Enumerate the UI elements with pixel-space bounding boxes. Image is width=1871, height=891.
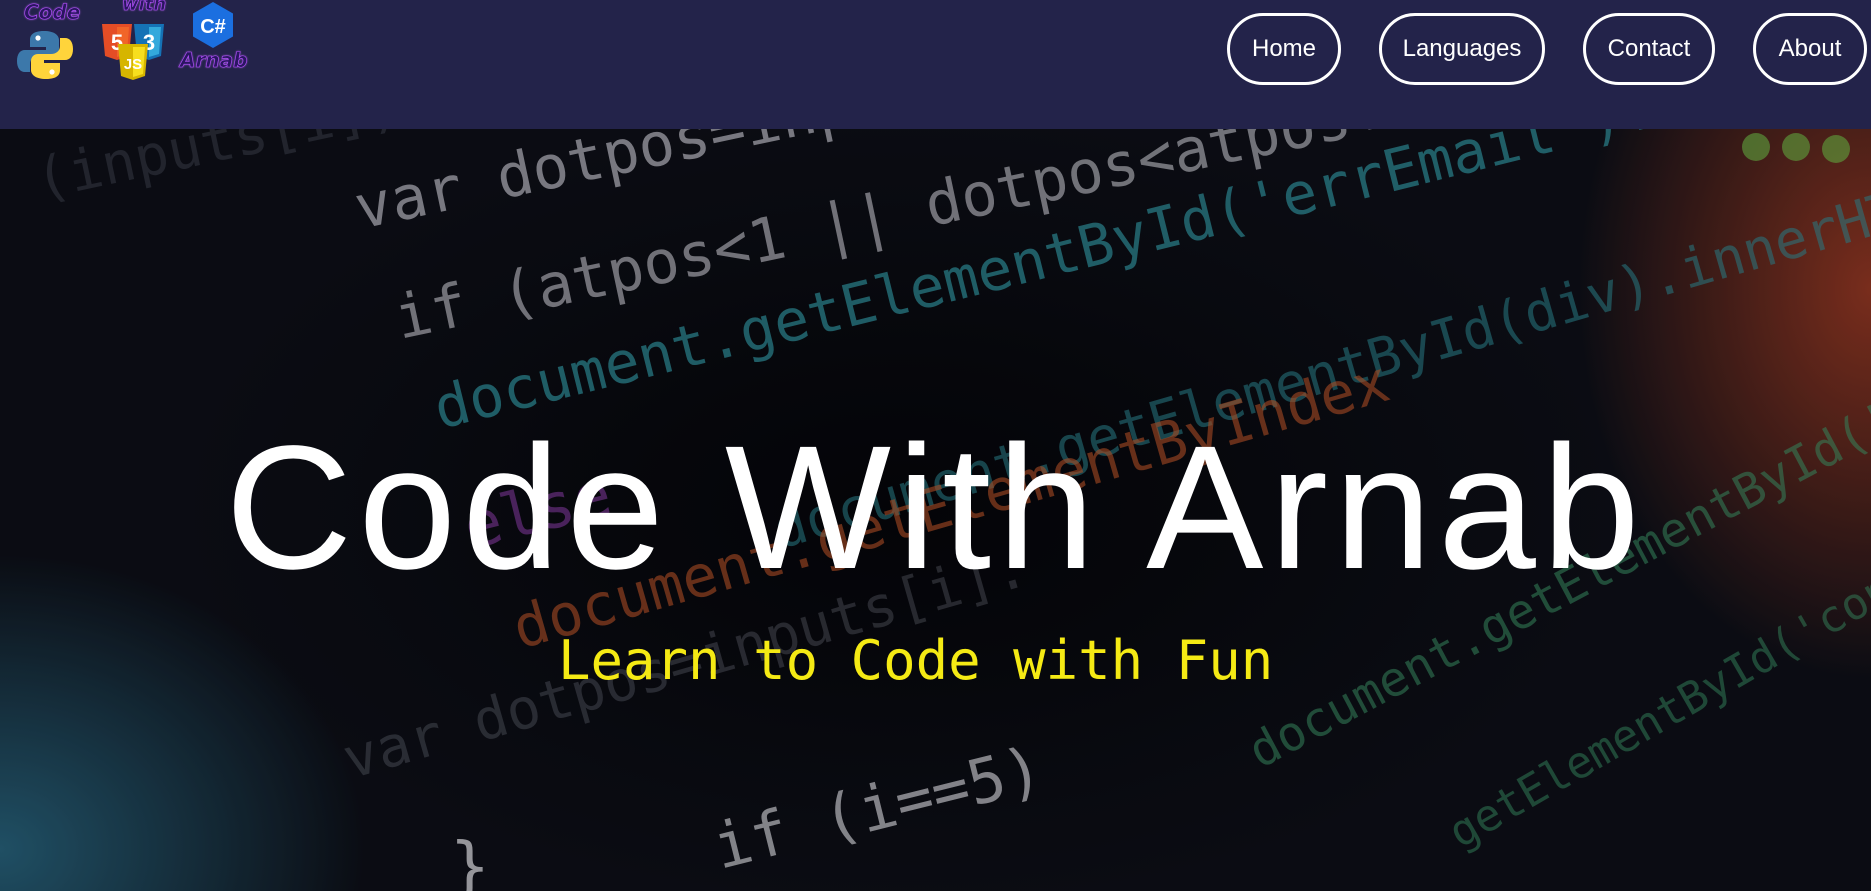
- hero-title: Code With Arnab: [225, 410, 1646, 606]
- site-logo[interactable]: Code with Arnab 5 3 JS C#: [12, 0, 252, 80]
- logo-word-code: Code: [24, 0, 81, 24]
- javascript-icon: JS: [118, 44, 148, 80]
- python-icon: [17, 31, 73, 79]
- hero-section: (inputs[i]). var dotpos=inputs[i]. if (a…: [0, 129, 1871, 891]
- csharp-badge-text: C#: [200, 16, 226, 38]
- nav-contact-button[interactable]: Contact: [1583, 13, 1715, 85]
- nav-home-button[interactable]: Home: [1227, 13, 1341, 85]
- nav-links: Home Languages Contact About: [1227, 13, 1867, 89]
- nav-about-button[interactable]: About: [1753, 13, 1867, 85]
- logo-word-with: with: [122, 0, 167, 15]
- csharp-icon: C#: [193, 2, 233, 48]
- hero-subtitle: Learn to Code with Fun: [558, 629, 1274, 692]
- javascript-badge-text: JS: [124, 56, 142, 73]
- nav-languages-button[interactable]: Languages: [1379, 13, 1545, 85]
- navbar: Code with Arnab 5 3 JS C# Home Languages…: [0, 0, 1871, 129]
- logo-word-arnab: Arnab: [180, 48, 248, 73]
